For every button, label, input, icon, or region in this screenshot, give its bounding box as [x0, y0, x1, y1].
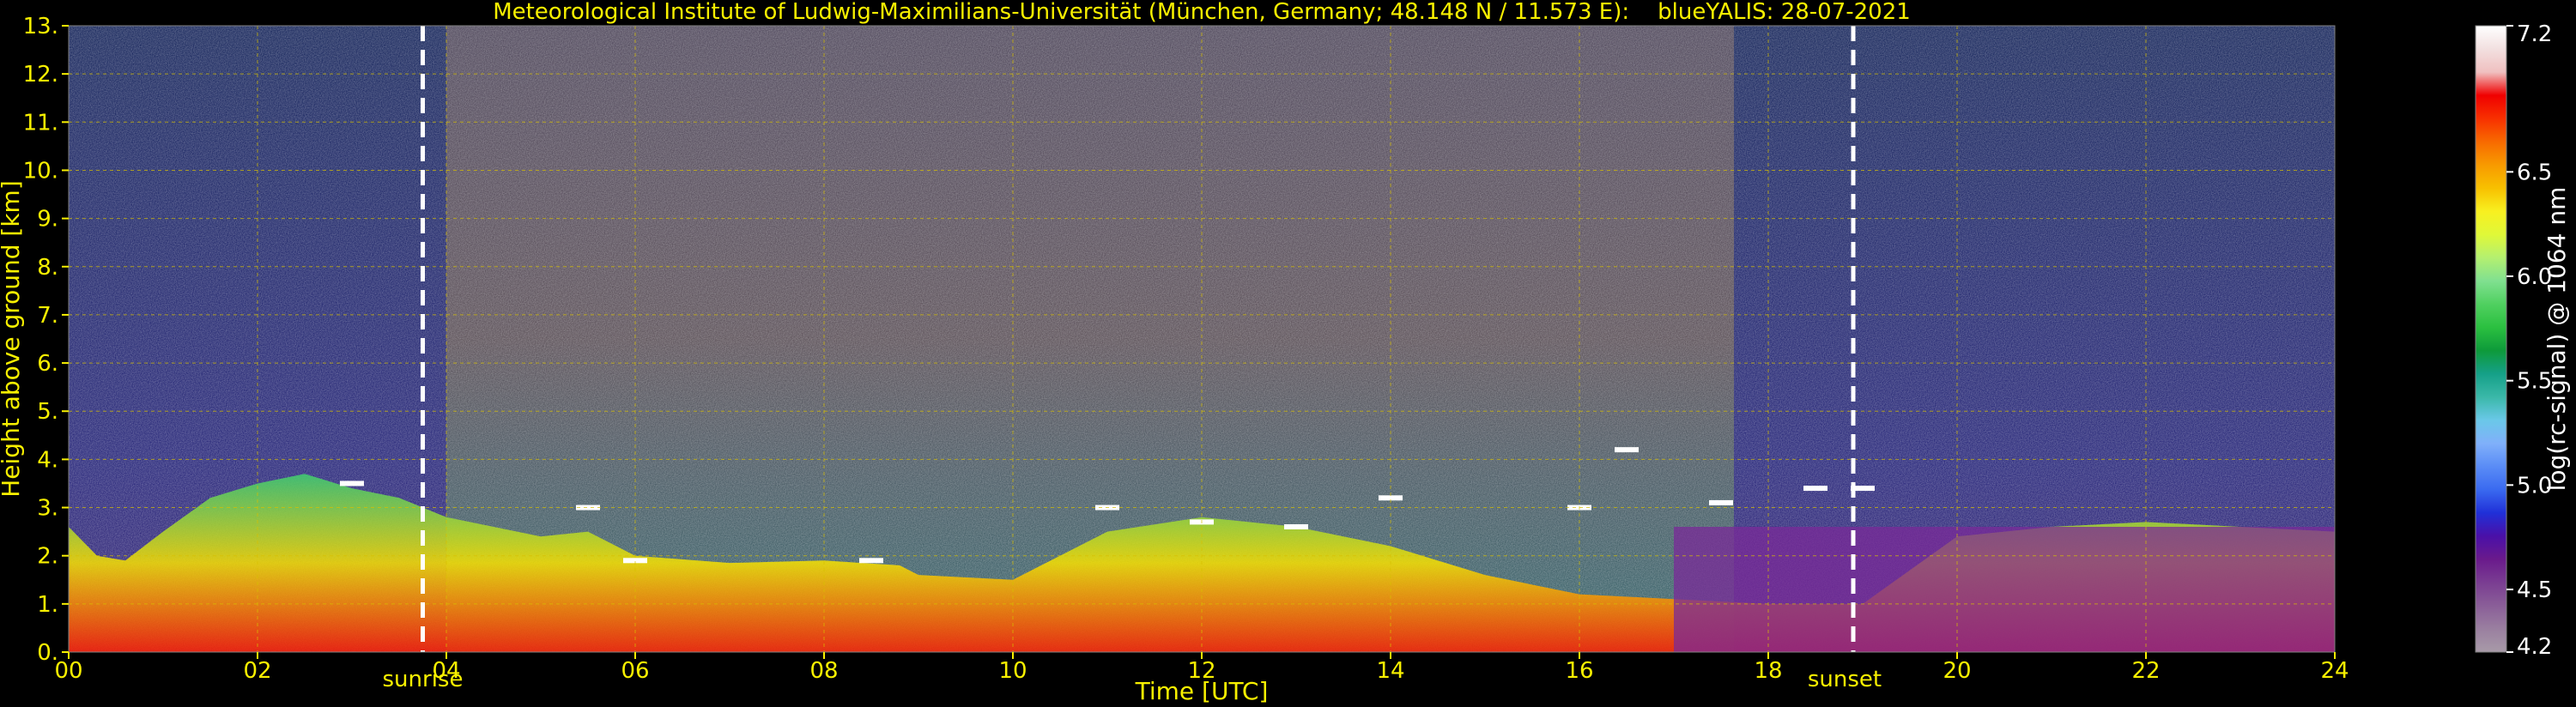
colorbar-tick-label: 7.2: [2517, 21, 2552, 47]
y-tick-label: 11.: [23, 110, 58, 136]
x-tick-label: 20: [1943, 658, 1971, 684]
y-tick-label: 5.: [37, 399, 58, 425]
cloud-base-mark: [1709, 499, 1733, 505]
sunrise-label: sunrise: [383, 667, 464, 692]
y-tick-label: 9.: [37, 207, 58, 233]
sunset-label: sunset: [1808, 667, 1882, 692]
colorbar-tick-label: 4.2: [2517, 634, 2552, 660]
colorbar-tick-label: 6.5: [2517, 160, 2552, 185]
chart-title: Meteorological Institute of Ludwig-Maxim…: [493, 0, 1911, 25]
y-tick-label: 6.: [37, 351, 58, 377]
x-tick-label: 02: [243, 658, 271, 684]
cloud-base-mark: [1803, 486, 1827, 492]
y-tick-label: 4.: [37, 447, 58, 473]
cloud-base-mark: [1615, 447, 1639, 453]
x-tick-label: 10: [998, 658, 1027, 684]
colorbar-tick-label: 4.5: [2517, 577, 2552, 603]
x-tick-label: 18: [1754, 658, 1782, 684]
x-tick-label: 14: [1376, 658, 1404, 684]
y-tick-label: 1.: [37, 592, 58, 618]
cloud-base-mark: [859, 558, 883, 564]
x-tick-label: 22: [2131, 658, 2160, 684]
x-tick-label: 06: [621, 658, 649, 684]
x-tick-label: 08: [809, 658, 838, 684]
x-tick-label: 00: [54, 658, 82, 684]
plot-area: [68, 25, 2336, 653]
cloud-base-mark: [1284, 524, 1308, 529]
colorbar: 4.24.55.05.56.06.57.2 log(rc-signal) @ 1…: [2475, 21, 2571, 660]
y-tick-label: 10.: [23, 158, 58, 184]
x-axis-label: Time [UTC]: [1135, 677, 1269, 705]
y-tick-label: 12.: [23, 62, 58, 88]
y-tick-label: 7.: [37, 303, 58, 329]
cloud-base-mark: [340, 480, 364, 486]
x-tick-label: 16: [1565, 658, 1593, 684]
y-tick-label: 13.: [23, 14, 58, 39]
colorbar-label: log(rc-signal) @ 1064 nm: [2543, 187, 2571, 492]
y-axis-ticks: 0. 1. 2. 3. 4. 5. 6. 7. 8. 9. 10. 11. 12. 13.: [23, 14, 69, 666]
lidar-figure: Meteorological Institute of Ludwig-Maxim…: [0, 0, 2571, 705]
y-axis-label: Height above ground [km]: [0, 180, 25, 498]
y-tick-label: 0.: [37, 640, 58, 666]
y-tick-label: 3.: [37, 496, 58, 522]
y-tick-label: 8.: [37, 255, 58, 281]
x-tick-label: 24: [2320, 658, 2349, 684]
residual-layer: [1674, 527, 2335, 652]
colorbar-bar: [2475, 25, 2507, 653]
y-tick-label: 2.: [37, 544, 58, 570]
